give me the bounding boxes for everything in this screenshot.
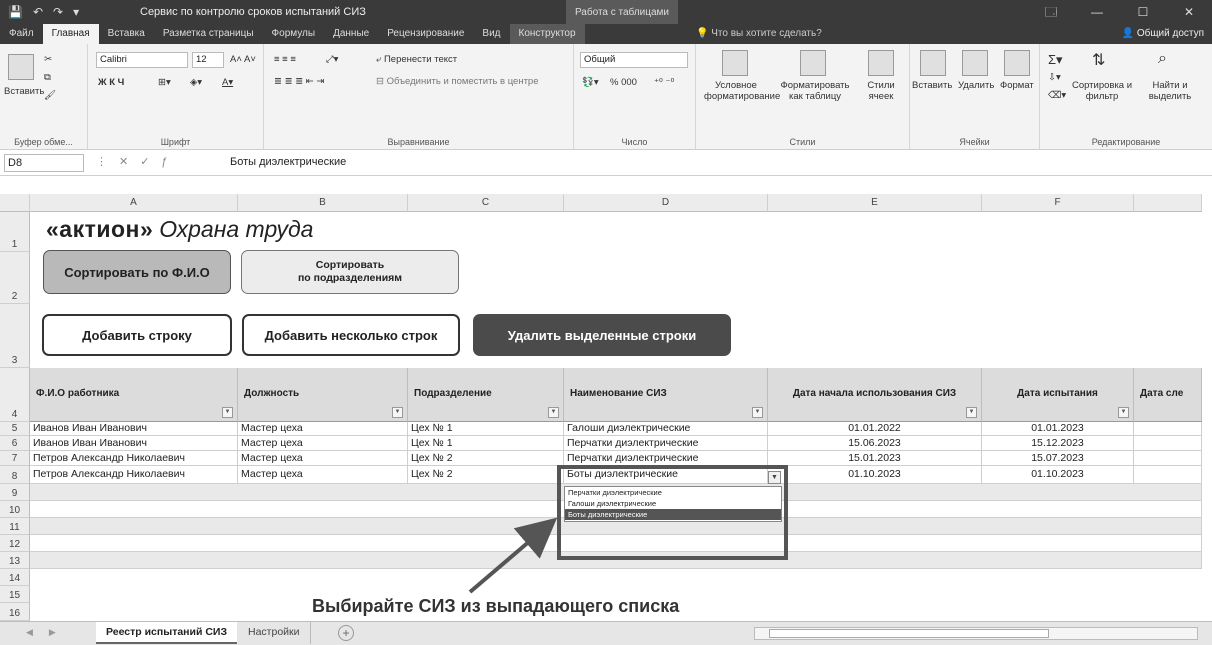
- window-title: Сервис по контролю сроков испытаний СИЗ: [140, 6, 366, 18]
- format-cells-icon[interactable]: [1004, 50, 1030, 76]
- save-icon[interactable]: 💾: [8, 5, 23, 19]
- tab-home[interactable]: Главная: [42, 24, 99, 44]
- paste-button[interactable]: Вставить: [4, 86, 44, 97]
- delete-cells-icon[interactable]: [962, 50, 988, 76]
- tab-data[interactable]: Данные: [324, 24, 378, 44]
- autosum-icon[interactable]: Σ▾: [1048, 52, 1063, 68]
- format-painter-icon[interactable]: 🖌: [44, 90, 56, 101]
- currency-icon[interactable]: 💱▾: [582, 77, 599, 88]
- orientation-icon[interactable]: ⤢▾: [326, 54, 338, 65]
- grow-font-icon[interactable]: A˄ A˅: [230, 54, 256, 65]
- font-style-buttons[interactable]: Ж К Ч: [98, 77, 124, 88]
- insert-cells-button[interactable]: Вставить: [912, 80, 952, 91]
- conditional-format-button[interactable]: Условное форматирование: [704, 80, 780, 102]
- styles-group: Условное форматирование Форматировать ка…: [696, 44, 910, 150]
- number-group-label: Число: [621, 137, 648, 147]
- wrap-text-button[interactable]: ⤶ Перенести текст: [376, 54, 457, 65]
- ribbon: Вставить ✂ ⧉ 🖌 Буфер обме... Calibri 12 …: [0, 44, 1212, 150]
- minimize-icon[interactable]: —: [1074, 0, 1120, 24]
- table-tools-title: Работа с таблицами: [566, 0, 678, 24]
- insert-cells-icon[interactable]: [920, 50, 946, 76]
- formula-input[interactable]: Боты диэлектрические: [230, 156, 346, 168]
- format-as-table-icon[interactable]: [800, 50, 826, 76]
- scrollbar-thumb[interactable]: [769, 629, 1049, 638]
- close-icon[interactable]: ✕: [1166, 0, 1212, 24]
- formula-bar: D8 ⋮✕✓ƒ Боты диэлектрические: [0, 150, 1212, 176]
- alignment-group-label: Выравнивание: [387, 137, 450, 147]
- find-select-icon[interactable]: ⌕: [1158, 50, 1167, 68]
- maximize-icon[interactable]: ☐: [1120, 0, 1166, 24]
- sort-filter-icon[interactable]: ⇅: [1092, 50, 1105, 70]
- hint-text: Выбирайте СИЗ из выпадающего списка: [312, 596, 680, 616]
- sheet-tab-settings[interactable]: Настройки: [238, 622, 311, 644]
- format-as-table-button[interactable]: Форматировать как таблицу: [780, 80, 850, 102]
- fill-icon[interactable]: ⇩▾: [1048, 72, 1061, 83]
- callout-arrow-icon: [468, 517, 558, 594]
- font-size-field[interactable]: 12: [192, 52, 224, 68]
- font-color-icon[interactable]: A▾: [222, 77, 233, 88]
- tell-me-search[interactable]: 💡 Что вы хотите сделать?: [696, 24, 822, 44]
- window-controls: 🗔 — ☐ ✕: [1028, 0, 1212, 24]
- share-button[interactable]: 👤 Общий доступ: [1122, 24, 1204, 44]
- clipboard-group: Вставить ✂ ⧉ 🖌 Буфер обме...: [0, 44, 88, 150]
- editing-group-label: Редактирование: [1091, 137, 1161, 147]
- fill-color-icon[interactable]: ◈▾: [190, 77, 202, 88]
- cell-styles-icon[interactable]: [868, 50, 894, 76]
- sheet-tab-registry[interactable]: Реестр испытаний СИЗ: [96, 622, 238, 644]
- redo-icon[interactable]: ↷: [53, 5, 63, 19]
- ribbon-tab-row: Файл Главная Вставка Разметка страницы Ф…: [0, 24, 1212, 44]
- sheet-nav-arrows-icon[interactable]: ◀▶: [26, 627, 72, 638]
- align-top-icon[interactable]: ≡ ≡ ≡: [274, 54, 296, 65]
- tab-view[interactable]: Вид: [473, 24, 509, 44]
- tab-design[interactable]: Конструктор: [509, 24, 585, 44]
- merge-center-button[interactable]: ⊟ Объединить и поместить в центре: [376, 76, 538, 87]
- number-format-field[interactable]: Общий: [580, 52, 688, 68]
- add-sheet-icon[interactable]: +: [338, 625, 354, 641]
- styles-group-label: Стили: [789, 137, 816, 147]
- align-left-icon[interactable]: ≣ ≣ ≣ ⇤ ⇥: [274, 76, 324, 87]
- title-bar: 💾 ↶ ↷ ▾ Сервис по контролю сроков испыта…: [0, 0, 1212, 24]
- alignment-group: ≡ ≡ ≡ ⤢▾ ≣ ≣ ≣ ⇤ ⇥ ⤶ Перенести текст ⊟ О…: [264, 44, 574, 150]
- editing-group: Σ▾ ⇩▾ ⌫▾ ⇅ Сортировка и фильтр ⌕ Найти и…: [1040, 44, 1212, 150]
- cells-group: Вставить Удалить Формат Ячейки: [910, 44, 1040, 150]
- worksheet[interactable]: A B C D E F 1 2 3 4 5 6 7 8 9 10 11 12 1…: [0, 176, 1212, 621]
- number-group: Общий 💱▾ % 000 ⁺⁰ ⁻⁰ Число: [574, 44, 696, 150]
- name-box[interactable]: D8: [4, 154, 84, 172]
- sort-filter-button[interactable]: Сортировка и фильтр: [1070, 80, 1134, 102]
- font-name-field[interactable]: Calibri: [96, 52, 188, 68]
- clipboard-group-label: Буфер обме...: [14, 137, 73, 147]
- format-cells-button[interactable]: Формат: [1000, 80, 1034, 91]
- tab-formulas[interactable]: Формулы: [263, 24, 325, 44]
- customize-qa-icon[interactable]: ▾: [73, 5, 79, 19]
- font-group-label: Шрифт: [160, 137, 191, 147]
- cells-group-label: Ячейки: [959, 137, 990, 147]
- borders-icon[interactable]: ⊞▾: [158, 77, 171, 88]
- tab-insert[interactable]: Вставка: [99, 24, 154, 44]
- quick-access-toolbar: 💾 ↶ ↷ ▾: [0, 5, 140, 19]
- tab-review[interactable]: Рецензирование: [378, 24, 473, 44]
- paste-icon[interactable]: [8, 54, 34, 80]
- percent-button[interactable]: % 000: [610, 77, 637, 88]
- decimal-icon[interactable]: ⁺⁰ ⁻⁰: [654, 77, 674, 88]
- conditional-format-icon[interactable]: [722, 50, 748, 76]
- tab-file[interactable]: Файл: [0, 24, 43, 44]
- horizontal-scrollbar[interactable]: [754, 627, 1198, 640]
- ribbon-display-icon[interactable]: 🗔: [1028, 0, 1074, 24]
- cut-icon[interactable]: ✂: [44, 54, 52, 65]
- clear-icon[interactable]: ⌫▾: [1048, 90, 1066, 101]
- undo-icon[interactable]: ↶: [33, 5, 43, 19]
- copy-icon[interactable]: ⧉: [44, 72, 51, 83]
- tab-page-layout[interactable]: Разметка страницы: [154, 24, 263, 44]
- sheet-tabs-bar: ◀▶ Реестр испытаний СИЗ Настройки +: [0, 621, 1212, 645]
- formula-bar-icons[interactable]: ⋮✕✓ƒ: [96, 155, 180, 168]
- find-select-button[interactable]: Найти и выделить: [1138, 80, 1202, 102]
- delete-cells-button[interactable]: Удалить: [958, 80, 994, 91]
- font-group: Calibri 12 A˄ A˅ Ж К Ч ⊞▾ ◈▾ A▾ Шрифт: [88, 44, 264, 150]
- cell-styles-button[interactable]: Стили ячеек: [856, 80, 906, 102]
